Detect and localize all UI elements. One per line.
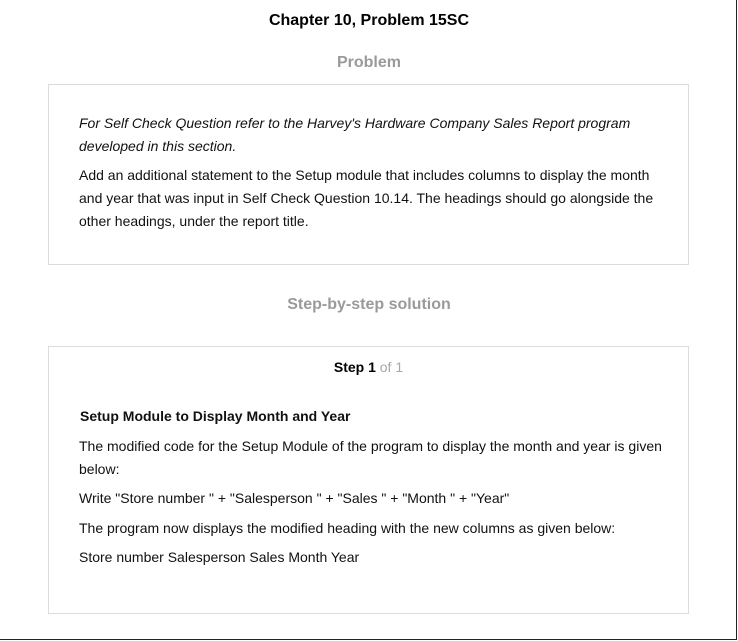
problem-intro: For Self Check Question refer to the Har… bbox=[79, 115, 631, 154]
problem-heading: Problem bbox=[336, 54, 401, 71]
step-number: Step 1 bbox=[333, 359, 376, 375]
solution-para-1: The modified code for the Setup Module o… bbox=[79, 438, 662, 477]
solution-heading: Step-by-step solution bbox=[287, 296, 451, 313]
problem-box: For Self Check Question refer to the Har… bbox=[48, 84, 689, 265]
solution-output: Store number Salesperson Sales Month Yea… bbox=[79, 549, 360, 565]
solution-box: Step 1 of 1 Setup Module to Display Mont… bbox=[48, 346, 689, 614]
page-title: Chapter 10, Problem 15SC bbox=[268, 12, 470, 29]
solution-subheading: Setup Module to Display Month and Year bbox=[80, 408, 351, 424]
solution-code: Write "Store number " + "Salesperson " +… bbox=[79, 490, 510, 506]
step-total: of 1 bbox=[379, 359, 404, 375]
solution-para-2: The program now displays the modified he… bbox=[79, 520, 616, 536]
problem-body: Add an additional statement to the Setup… bbox=[79, 167, 654, 229]
step-indicator: Step 1 of 1 bbox=[49, 359, 688, 375]
